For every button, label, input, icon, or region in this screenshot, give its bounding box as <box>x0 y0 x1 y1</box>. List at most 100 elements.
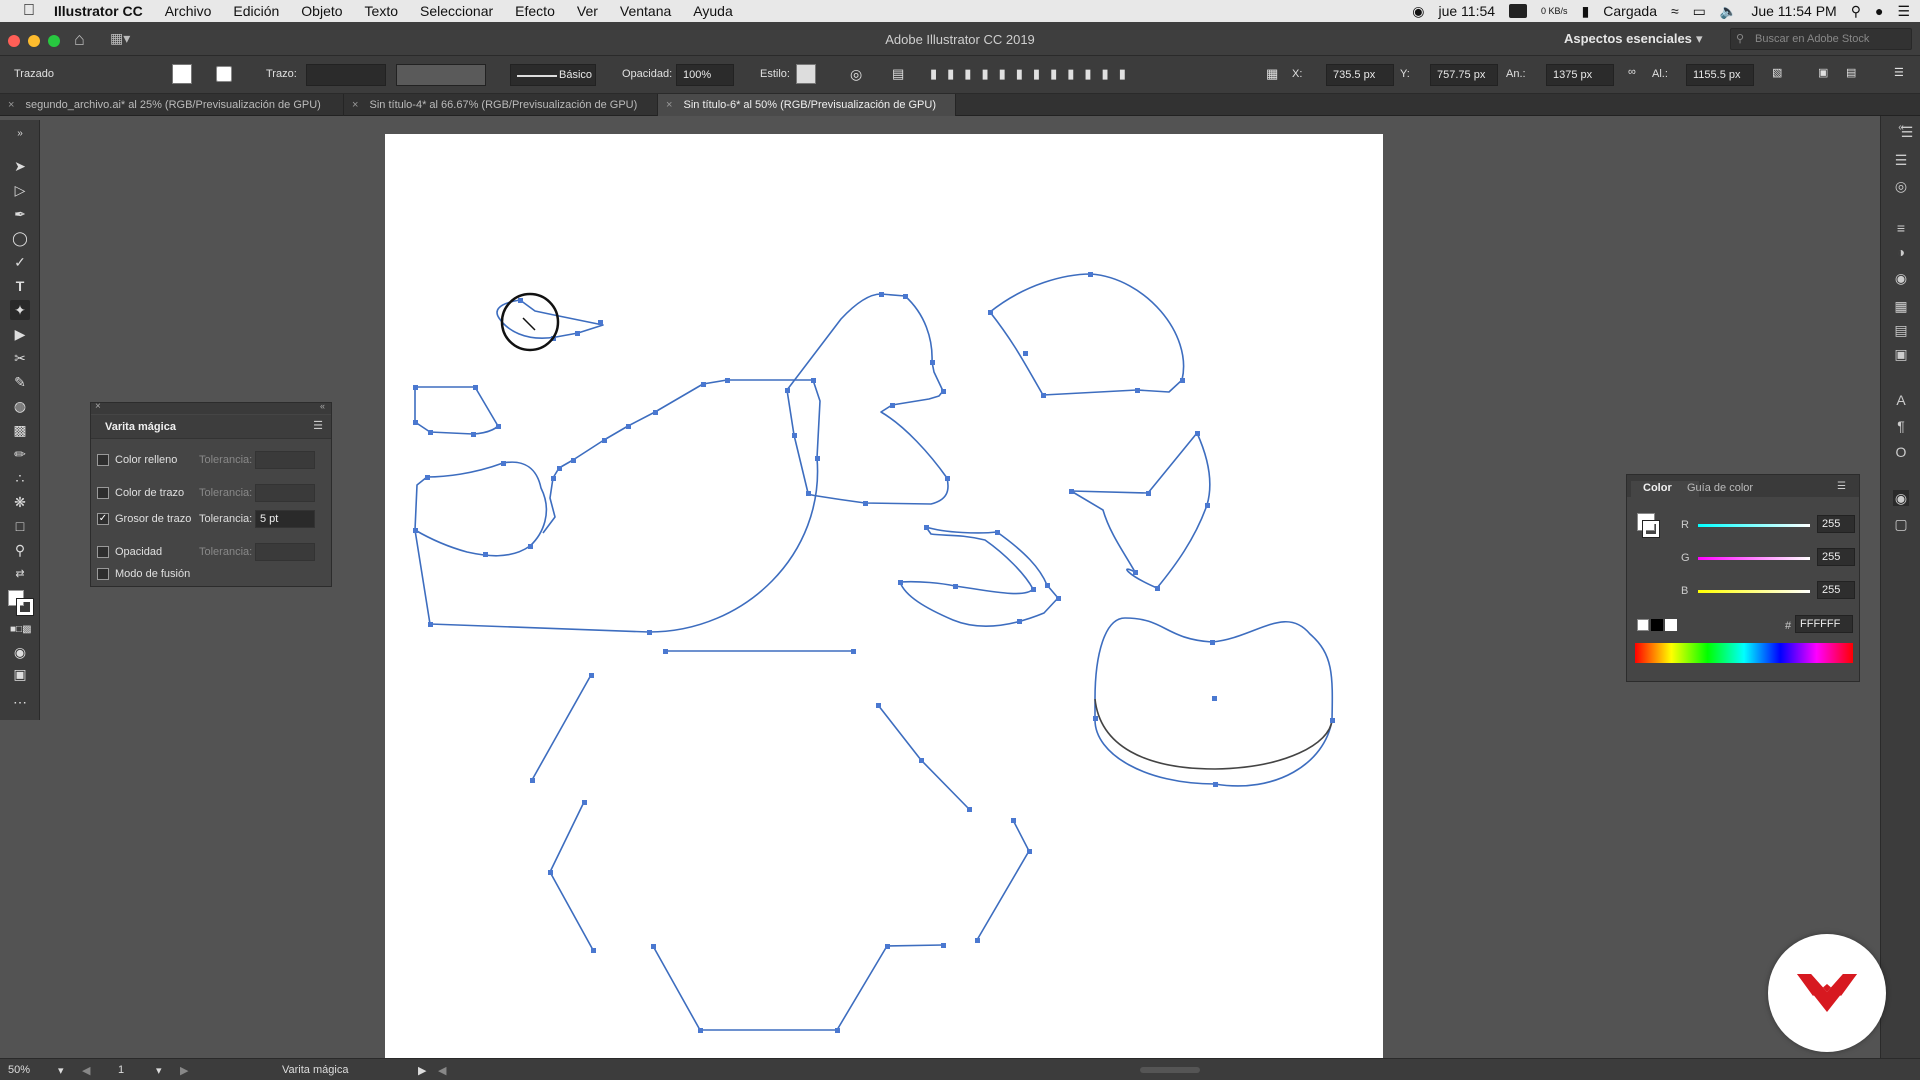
stroke-weight-tolerance-field[interactable]: 5 pt <box>255 510 315 528</box>
anchor-point[interactable] <box>591 948 596 953</box>
anchor-point[interactable] <box>413 385 418 390</box>
anchor-point[interactable] <box>945 476 950 481</box>
anchor-point[interactable] <box>785 388 790 393</box>
fill-color-checkbox[interactable] <box>97 454 109 466</box>
reflect-tool-icon[interactable]: ▶ <box>10 324 30 344</box>
collapse-panel-icon[interactable]: « <box>320 401 325 411</box>
anchor-point[interactable] <box>598 320 603 325</box>
screen-mode-icon[interactable]: ▣ <box>10 664 30 684</box>
pen-tool-icon[interactable]: ✒ <box>10 204 30 224</box>
ellipse-tool-icon[interactable]: ◯ <box>10 228 30 248</box>
stroke-weight-checkbox[interactable]: ✓ <box>97 513 109 525</box>
anchor-point[interactable] <box>701 382 706 387</box>
stroke-panel-icon[interactable]: ≡ <box>1893 220 1909 236</box>
anchor-point[interactable] <box>1135 388 1140 393</box>
anchor-point[interactable] <box>924 525 929 530</box>
anchor-point[interactable] <box>725 378 730 383</box>
opacity-field[interactable]: 100% <box>676 64 734 86</box>
anchor-point[interactable] <box>988 310 993 315</box>
link-proportions-icon[interactable]: ∞ <box>1628 66 1636 78</box>
fill-color-option[interactable]: Color relleno <box>97 451 177 469</box>
chevron-down-icon[interactable]: ▾ <box>1696 31 1703 47</box>
anchor-point[interactable] <box>835 1028 840 1033</box>
anchor-point[interactable] <box>903 294 908 299</box>
gradient-tool-icon[interactable]: ▩ <box>10 420 30 440</box>
anchor-point[interactable] <box>863 501 868 506</box>
tab-color-guide[interactable]: Guía de color <box>1687 482 1753 494</box>
anchor-point[interactable] <box>941 389 946 394</box>
hex-field[interactable]: FFFFFF <box>1795 615 1853 633</box>
properties-icon[interactable]: ☰ <box>1899 124 1915 140</box>
swap-fill-stroke-icon[interactable]: ⇄ <box>10 564 30 584</box>
anchor-point[interactable] <box>890 403 895 408</box>
panel-options-icon[interactable]: ▤ <box>1846 66 1856 79</box>
apple-menu-icon[interactable]:  <box>20 2 38 20</box>
anchor-point[interactable] <box>1146 491 1151 496</box>
anchor-point[interactable] <box>428 430 433 435</box>
paintbrush-tool-icon[interactable]: ✓ <box>10 252 30 272</box>
stroke-color-checkbox[interactable] <box>97 487 109 499</box>
pathfinder-panel-icon[interactable]: ▣ <box>1893 346 1909 362</box>
menu-ventana[interactable]: Ventana <box>620 3 671 19</box>
anchor-point[interactable] <box>413 420 418 425</box>
isolate-icon[interactable]: ▣ <box>1818 66 1828 79</box>
artboard[interactable] <box>385 134 1383 1058</box>
anchor-point[interactable] <box>1069 489 1074 494</box>
anchor-point[interactable] <box>496 424 501 429</box>
anchor-point[interactable] <box>1027 849 1032 854</box>
menu-efecto[interactable]: Efecto <box>515 3 555 19</box>
anchor-point[interactable] <box>975 938 980 943</box>
magic-wand-tool-icon[interactable]: ✦ <box>10 300 30 320</box>
anchor-point[interactable] <box>483 552 488 557</box>
wifi-icon[interactable]: ≈ <box>1671 3 1679 19</box>
siri-icon[interactable]: ● <box>1875 3 1883 19</box>
artboard-number[interactable]: 1 <box>118 1064 124 1076</box>
artwork-canvas[interactable] <box>385 134 1383 1058</box>
opacity-option[interactable]: Opacidad <box>97 543 162 561</box>
eyedropper-tool-icon[interactable]: ✏ <box>10 444 30 464</box>
anchor-point[interactable] <box>1213 782 1218 787</box>
g-value-field[interactable]: 255 <box>1817 548 1855 566</box>
tab-sin-titulo-6[interactable]: × Sin título-6* al 50% (RGB/Previsualiza… <box>658 94 956 116</box>
artboard-tool-icon[interactable]: □ <box>10 516 30 536</box>
black-swatch[interactable] <box>1651 619 1663 631</box>
white-swatch[interactable] <box>1665 619 1677 631</box>
anchor-point[interactable] <box>941 943 946 948</box>
r-slider[interactable] <box>1698 524 1810 527</box>
opacity-checkbox[interactable] <box>97 546 109 558</box>
collapse-toolbar-icon[interactable]: » <box>10 124 30 144</box>
menu-objeto[interactable]: Objeto <box>301 3 342 19</box>
shape-builder-tool-icon[interactable]: ◍ <box>10 396 30 416</box>
menu-ver[interactable]: Ver <box>577 3 598 19</box>
stroke-weight-option[interactable]: ✓ Grosor de trazo <box>97 510 191 528</box>
spotlight-icon[interactable]: ⚲ <box>1851 3 1861 20</box>
panel-drag-bar[interactable]: × « <box>91 401 331 414</box>
anchor-point[interactable] <box>1195 431 1200 436</box>
tab-color[interactable]: Color <box>1643 482 1672 494</box>
blend-tool-icon[interactable]: ∴ <box>10 468 30 488</box>
y-field[interactable]: 757.75 px <box>1430 64 1498 86</box>
scissors-tool-icon[interactable]: ✂ <box>10 348 30 368</box>
x-field[interactable]: 735.5 px <box>1326 64 1394 86</box>
anchor-point[interactable] <box>953 584 958 589</box>
libraries-icon[interactable]: ◎ <box>1893 178 1909 194</box>
b-value-field[interactable]: 255 <box>1817 581 1855 599</box>
opacity-tolerance-field[interactable] <box>255 543 315 561</box>
anchor-point[interactable] <box>428 622 433 627</box>
stroke-color-box[interactable] <box>16 598 34 616</box>
menu-edicion[interactable]: Edición <box>233 3 279 19</box>
menubar-clock-short[interactable]: jue 11:54 <box>1438 3 1495 19</box>
graphic-style-swatch[interactable] <box>796 64 816 84</box>
anchor-point[interactable] <box>575 331 580 336</box>
stroke-swatch[interactable] <box>216 66 232 82</box>
color-panel-icon[interactable]: ◉ <box>1893 490 1909 506</box>
anchor-point[interactable] <box>501 461 506 466</box>
align-buttons-icon[interactable]: ▮▮▮▮▮▮▮▮▮▮▮▮ <box>930 66 1136 82</box>
anchor-point[interactable] <box>995 530 1000 535</box>
status-menu-icon[interactable]: ▶ <box>418 1064 426 1077</box>
anchor-point[interactable] <box>1093 716 1098 721</box>
fill-swatch[interactable] <box>172 64 192 84</box>
blend-mode-option[interactable]: Modo de fusión <box>97 565 190 583</box>
menubar-clock[interactable]: Jue 11:54 PM <box>1751 3 1836 19</box>
opentype-panel-icon[interactable]: O <box>1893 444 1909 460</box>
